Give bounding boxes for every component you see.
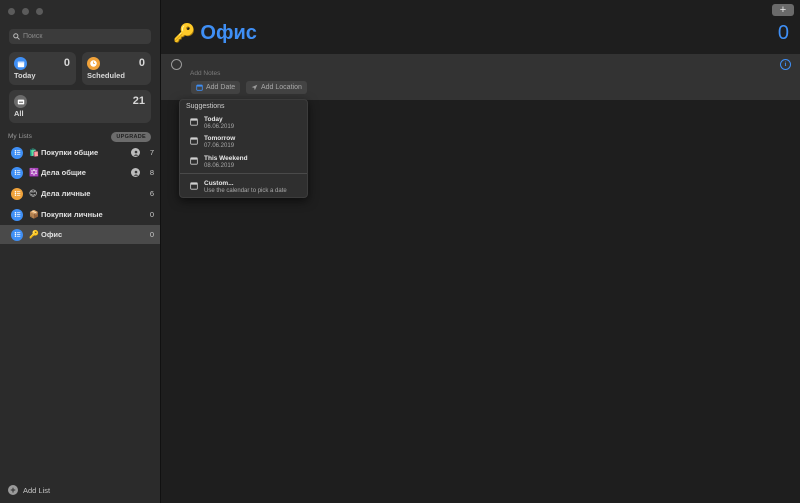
- suggestion-title: Today: [204, 116, 223, 123]
- add-location-label: Add Location: [261, 84, 302, 91]
- today-label: Today: [14, 71, 36, 80]
- list-item[interactable]: ✡️ Дела общие 8: [0, 163, 160, 182]
- calendar-icon: [190, 157, 198, 165]
- minimize-window-button[interactable]: [22, 8, 29, 15]
- list-count: 7: [149, 148, 154, 157]
- all-label: All: [14, 109, 24, 118]
- list-title: Офис: [200, 22, 257, 44]
- reminder-title-input[interactable]: [189, 58, 749, 68]
- list-label: Офис: [41, 230, 63, 239]
- smart-list-scheduled[interactable]: 0 Scheduled: [82, 52, 151, 85]
- smart-list-today[interactable]: 0 Today: [9, 52, 76, 85]
- list-count: 8: [149, 168, 154, 177]
- scheduled-count: 0: [138, 57, 145, 69]
- list-label: Дела общие: [41, 168, 86, 177]
- add-reminder-button[interactable]: +: [772, 4, 794, 16]
- clock-icon: [87, 57, 100, 70]
- location-arrow-icon: [251, 84, 258, 91]
- list-item[interactable]: 📦 Покупки личные 0: [0, 205, 160, 224]
- suggestion-title: This Weekend: [204, 155, 248, 162]
- suggestion-this-weekend[interactable]: This Weekend 08.06.2019: [180, 153, 309, 171]
- list-bullet-icon: [11, 166, 23, 179]
- tray-icon: [14, 95, 27, 108]
- list-bullet-icon: [11, 208, 23, 221]
- main-pane: + 🔑 Офис 0 Add Date Add Location i: [161, 0, 800, 503]
- list-label: Дела личные: [41, 189, 91, 198]
- list-item[interactable]: 😊 Дела личные 6: [0, 184, 160, 203]
- shared-person-icon[interactable]: [131, 168, 140, 177]
- suggestion-date: Use the calendar to pick a date: [204, 188, 287, 194]
- notes-input[interactable]: [190, 69, 490, 78]
- my-lists-heading: My Lists: [8, 133, 32, 140]
- list-item[interactable]: 🛍️ Покупки общие 7: [0, 143, 160, 162]
- add-list-label: Add List: [23, 485, 51, 495]
- new-reminder-row: Add Date Add Location i: [161, 54, 800, 100]
- list-count: 6: [149, 189, 154, 198]
- suggestions-heading: Suggestions: [186, 103, 225, 110]
- date-suggestions-popup: Suggestions Today 06.06.2019 Tomorrow 07…: [179, 99, 308, 198]
- add-date-label: Add Date: [206, 84, 236, 91]
- separator: [180, 173, 307, 174]
- calendar-icon: [196, 84, 203, 91]
- add-location-button[interactable]: Add Location: [246, 81, 307, 94]
- suggestion-date: 08.06.2019: [204, 163, 235, 169]
- add-list-button[interactable]: + Add List: [8, 485, 50, 495]
- list-emoji: 🔑: [29, 230, 39, 239]
- suggestion-tomorrow[interactable]: Tomorrow 07.06.2019: [180, 133, 309, 151]
- scheduled-label: Scheduled: [87, 71, 125, 80]
- list-emoji: 😊: [29, 189, 38, 198]
- zoom-window-button[interactable]: [36, 8, 43, 15]
- suggestion-custom[interactable]: Custom... Use the calendar to pick a dat…: [180, 178, 309, 196]
- page-title: 🔑 Офис: [173, 22, 257, 45]
- calendar-icon: [190, 182, 198, 190]
- search-input[interactable]: [20, 33, 143, 40]
- list-count: 0: [149, 210, 154, 219]
- list-bullet-icon: [11, 187, 23, 200]
- list-emoji: 📦: [29, 210, 39, 219]
- smart-list-all[interactable]: 21 All: [9, 90, 151, 123]
- suggestion-date: 06.06.2019: [204, 124, 235, 130]
- window-controls: [8, 8, 43, 15]
- suggestion-title: Tomorrow: [204, 135, 236, 142]
- list-item-selected[interactable]: 🔑 Офис 0: [0, 225, 160, 244]
- today-count: 0: [63, 57, 70, 69]
- list-emoji: ✡️: [29, 168, 39, 177]
- list-bullet-icon: [11, 146, 23, 159]
- calendar-icon: [14, 57, 27, 70]
- my-lists-header: My Lists UPGRADE: [8, 131, 151, 142]
- search-field[interactable]: [9, 29, 151, 44]
- upgrade-button[interactable]: UPGRADE: [111, 131, 151, 142]
- suggestion-date: 07.06.2019: [204, 143, 235, 149]
- suggestion-today[interactable]: Today 06.06.2019: [180, 114, 309, 132]
- list-bullet-icon: [11, 228, 23, 241]
- add-date-button[interactable]: Add Date: [191, 81, 241, 94]
- list-emoji: 🛍️: [29, 148, 39, 157]
- title-emoji: 🔑: [173, 23, 196, 43]
- calendar-icon: [190, 118, 198, 126]
- list-total-count: 0: [777, 22, 789, 44]
- info-icon[interactable]: i: [780, 59, 791, 70]
- sidebar: 0 Today 0 Scheduled 21 All My Lists UPGR…: [0, 0, 161, 503]
- close-window-button[interactable]: [8, 8, 15, 15]
- shared-person-icon[interactable]: [131, 148, 140, 157]
- complete-checkbox[interactable]: [171, 59, 182, 70]
- list-count: 0: [149, 230, 154, 239]
- calendar-icon: [190, 137, 198, 145]
- list-label: Покупки общие: [41, 148, 99, 157]
- all-count: 21: [132, 95, 145, 107]
- plus-circle-icon: +: [8, 485, 18, 495]
- list-label: Покупки личные: [41, 210, 103, 219]
- search-icon: [13, 33, 20, 40]
- suggestion-title: Custom...: [204, 180, 234, 187]
